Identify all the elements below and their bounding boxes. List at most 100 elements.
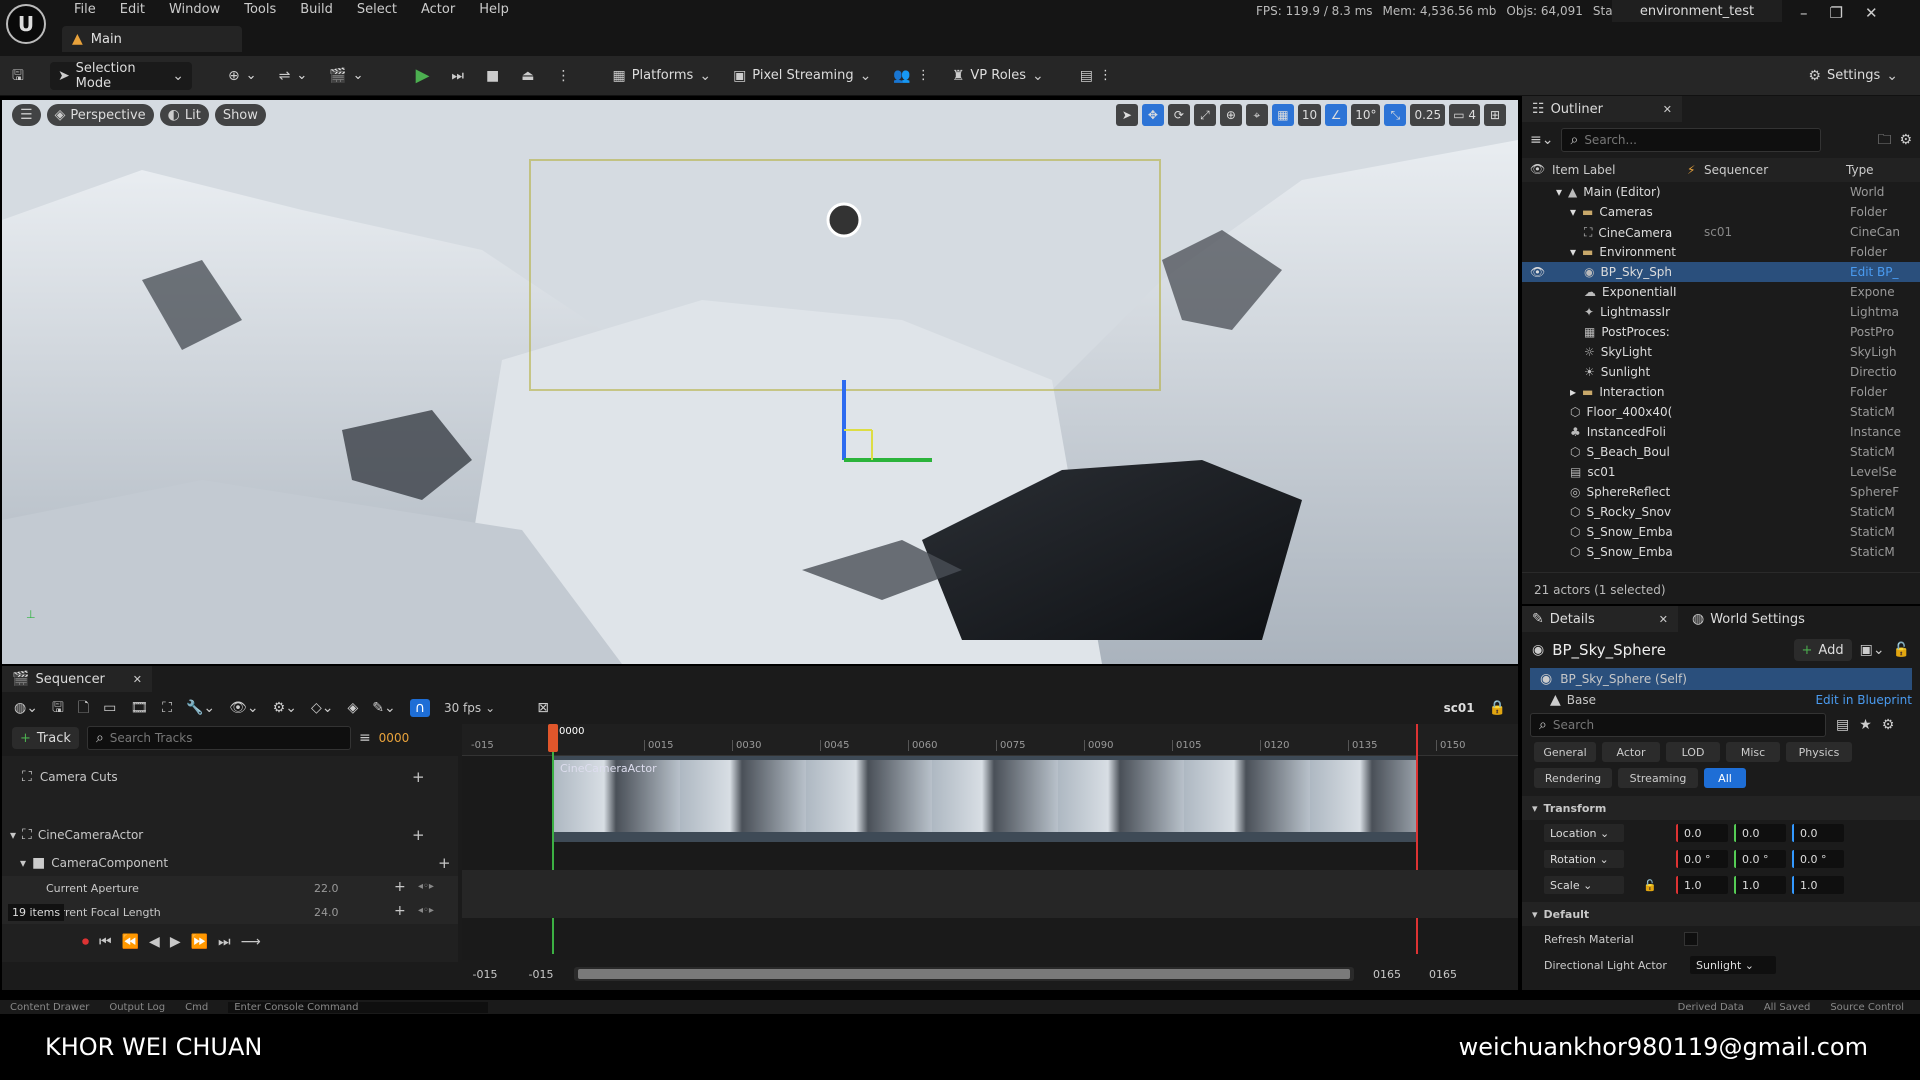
wrench-icon[interactable]: 🔧⌄ xyxy=(186,701,215,715)
rotate-tool-icon[interactable]: ⟳ xyxy=(1167,104,1190,126)
outliner-row[interactable]: ⛶ CineCamera sc01 CineCan xyxy=(1522,222,1920,242)
playhead[interactable] xyxy=(548,724,558,752)
vp-roles-dropdown[interactable]: ♜ VP Roles ⌄ xyxy=(946,62,1050,90)
blueprint-options-icon[interactable]: ▣⌄ xyxy=(1860,643,1885,657)
outliner-row[interactable]: ▸ ▬ Interaction Folder xyxy=(1522,382,1920,402)
select-tool-icon[interactable]: ➤ xyxy=(1115,104,1138,126)
edit-in-blueprint-link[interactable]: Edit in Blueprint xyxy=(1815,693,1912,707)
add-actor-button[interactable]: ⊕ ⌄ xyxy=(222,62,263,90)
add-component-button[interactable]: + Add xyxy=(1793,639,1852,661)
lock-icon[interactable]: 🔓 xyxy=(1893,643,1910,657)
outliner-row[interactable]: ☼ SkyLight SkyLigh xyxy=(1522,342,1920,362)
unreal-logo-icon[interactable]: U xyxy=(6,4,46,44)
filter-streaming[interactable]: Streaming xyxy=(1618,768,1698,788)
component-base-row[interactable]: ▲ Base Edit in Blueprint xyxy=(1530,690,1912,710)
eject-button[interactable]: ⏏ xyxy=(515,62,540,90)
view-range-start[interactable]: -015 xyxy=(462,968,508,981)
maximize-icon[interactable]: ❐ xyxy=(1830,4,1843,22)
level-viewport[interactable]: ☰ ◈ Perspective ◐ Lit Show ➤ ✥ ⟳ ⤢ ⊕ ⌖ ▦ 1… xyxy=(2,100,1518,664)
grid-snap-icon[interactable]: ▦ xyxy=(1271,104,1294,126)
filter-icon[interactable]: ≡ xyxy=(359,731,371,745)
chevron-down-icon[interactable]: ▾ xyxy=(1570,205,1576,219)
outliner-row[interactable]: ▾ ▬ Environment Folder xyxy=(1522,242,1920,262)
star-icon[interactable]: ★ xyxy=(1859,718,1872,732)
project-tab[interactable]: environment_test xyxy=(1612,0,1782,22)
menu-select[interactable]: Select xyxy=(345,2,409,17)
view-icon[interactable]: 👁⌄ xyxy=(229,701,259,715)
filter-general[interactable]: General xyxy=(1534,742,1596,762)
outliner-row[interactable]: ⬡ S_Snow_Emba StaticM xyxy=(1522,542,1920,562)
filter-misc[interactable]: Misc xyxy=(1726,742,1780,762)
outliner-row[interactable]: ▾ ▬ Cameras Folder xyxy=(1522,202,1920,222)
auto-key-icon[interactable]: ◈ xyxy=(347,701,358,715)
minimize-icon[interactable]: – xyxy=(1800,4,1808,22)
step-back-icon[interactable]: ⏪ xyxy=(122,934,139,950)
col-sequencer[interactable]: Sequencer xyxy=(1704,163,1768,177)
fps-dropdown[interactable]: 30 fps ⌄ xyxy=(444,701,495,715)
console-input[interactable]: Enter Console Command xyxy=(228,1001,489,1013)
default-section[interactable]: ▾ Default xyxy=(1522,902,1920,926)
camera-clip[interactable]: CineCameraActor xyxy=(554,756,1416,842)
outliner-row[interactable]: ♣ InstancedFoli Instance xyxy=(1522,422,1920,442)
perspective-button[interactable]: ◈ Perspective xyxy=(46,104,154,126)
record-icon[interactable]: ⏺ xyxy=(82,934,89,950)
close-icon[interactable]: ✕ xyxy=(1659,614,1668,625)
location-y[interactable]: 0.0 xyxy=(1734,824,1786,842)
selection-mode-dropdown[interactable]: ➤ Selection Mode ⌄ xyxy=(49,61,192,91)
sequencer-tab[interactable]: 🎬 Sequencer ✕ xyxy=(2,666,152,692)
chevron-right-icon[interactable]: ▸ xyxy=(1570,385,1576,399)
lit-button[interactable]: ◐ Lit xyxy=(159,104,209,126)
surface-snap-icon[interactable]: ⌖ xyxy=(1245,104,1268,126)
go-end-icon[interactable]: ⏭ xyxy=(218,934,231,950)
end-marker[interactable] xyxy=(1416,724,1418,954)
filter-all[interactable]: All xyxy=(1704,768,1746,788)
filter-lod[interactable]: LOD xyxy=(1666,742,1720,762)
add-key-icon[interactable]: + xyxy=(394,879,406,895)
details-search[interactable]: ⌕ Search xyxy=(1530,713,1826,737)
scale-lock-icon[interactable]: 🔓 xyxy=(1630,879,1670,892)
visibility-icon[interactable]: 👁 xyxy=(1530,162,1545,176)
filter-actor[interactable]: Actor xyxy=(1602,742,1660,762)
col-item-label[interactable]: Item Label xyxy=(1552,163,1616,177)
playback-icon[interactable]: ⚙⌄ xyxy=(273,701,297,715)
rotation-snap-icon[interactable]: ∠ xyxy=(1325,104,1348,126)
range-scrollbar[interactable] xyxy=(574,967,1354,981)
chevron-down-icon[interactable]: ▾ xyxy=(1570,245,1576,259)
rotation-z[interactable]: 0.0 ° xyxy=(1792,850,1844,868)
output-log-button[interactable]: Output Log xyxy=(109,1002,165,1013)
filter-icon[interactable]: ≡⌄ xyxy=(1530,133,1553,147)
close-icon[interactable]: ✕ xyxy=(1663,104,1672,115)
scale-dropdown[interactable]: Scale ⌄ xyxy=(1544,876,1624,894)
outliner-row[interactable]: ▤ sc01 LevelSe xyxy=(1522,462,1920,482)
blueprints-button[interactable]: ⇌ ⌄ xyxy=(273,62,314,90)
play-button[interactable]: ▶ xyxy=(410,62,436,90)
world-space-icon[interactable]: ⊕ xyxy=(1219,104,1242,126)
scale-snap-value[interactable]: 0.25 xyxy=(1410,104,1446,126)
add-key-icon[interactable]: + xyxy=(394,903,406,919)
track-current-focal-length[interactable]: Current Focal Length 24.0 + ◂◦▸ xyxy=(2,900,458,924)
extra-tool-button[interactable]: ▤ ⋮ xyxy=(1074,62,1118,90)
world-settings-tab[interactable]: ◍ World Settings xyxy=(1682,606,1815,632)
key-nav-icon[interactable]: ◂◦▸ xyxy=(418,905,434,916)
viewport-menu-button[interactable]: ☰ xyxy=(12,104,41,126)
render-icon[interactable]: 🎞 xyxy=(130,701,148,715)
filter-physics[interactable]: Physics xyxy=(1786,742,1852,762)
scale-z[interactable]: 1.0 xyxy=(1792,876,1844,894)
layout-icon[interactable]: ⊞ xyxy=(1484,104,1506,126)
search-tracks-input[interactable]: ⌕ Search Tracks xyxy=(86,726,351,750)
range-scroll-thumb[interactable] xyxy=(578,969,1350,979)
scale-tool-icon[interactable]: ⤢ xyxy=(1193,104,1216,126)
rotation-x[interactable]: 0.0 ° xyxy=(1676,850,1728,868)
play-reverse-icon[interactable]: ◀ xyxy=(149,934,160,950)
actor-icon[interactable]: ⛶ xyxy=(162,701,172,715)
rotation-snap-value[interactable]: 10° xyxy=(1351,104,1381,126)
location-z[interactable]: 0.0 xyxy=(1792,824,1844,842)
chevron-down-icon[interactable]: ▾ xyxy=(1556,185,1562,199)
visibility-icon[interactable]: 👁 xyxy=(1530,265,1545,279)
content-drawer-button[interactable]: Content Drawer xyxy=(10,1002,89,1013)
menu-file[interactable]: File xyxy=(62,2,108,17)
loop-icon[interactable]: ⟶ xyxy=(241,934,261,950)
track-camera-cuts[interactable]: ⛶ Camera Cuts xyxy=(22,770,118,784)
cmd-dropdown[interactable]: Cmd xyxy=(185,1002,208,1013)
playback-range-end[interactable]: 0165 xyxy=(1364,968,1410,981)
